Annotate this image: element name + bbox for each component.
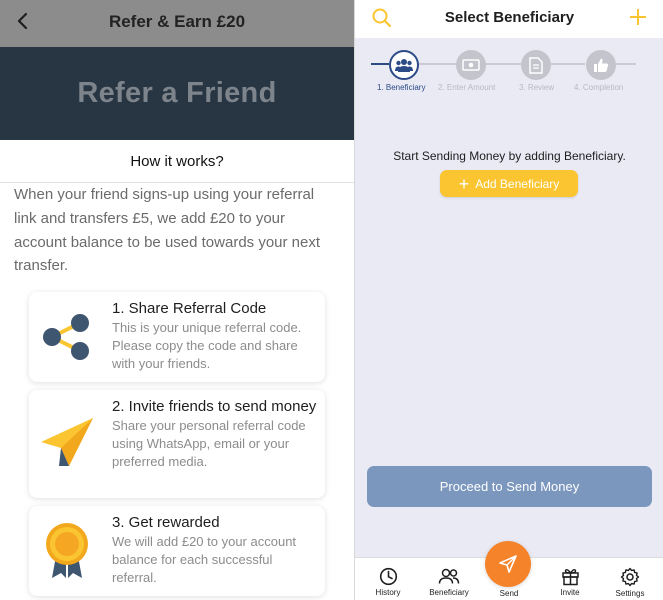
plus-icon: + bbox=[458, 173, 470, 194]
header-title: Select Beneficiary bbox=[444, 9, 575, 26]
thumbs-up-icon bbox=[594, 58, 609, 72]
step-description: Share your personal referral code using … bbox=[112, 418, 306, 469]
tab-beneficiary[interactable]: Beneficiary bbox=[421, 558, 477, 600]
reward-badge-icon bbox=[37, 522, 97, 580]
tab-label: History bbox=[375, 588, 401, 597]
step-review[interactable] bbox=[521, 50, 551, 80]
hero-banner: Refer a Friend bbox=[0, 47, 354, 140]
add-button[interactable] bbox=[627, 6, 649, 28]
tab-label: Settings bbox=[615, 589, 645, 598]
stepper-line bbox=[485, 63, 521, 65]
banknote-icon bbox=[462, 59, 480, 71]
refer-header: Refer & Earn £20 bbox=[0, 0, 354, 47]
step-label: 1. Beneficiary bbox=[377, 83, 426, 92]
tab-label: Send bbox=[499, 589, 519, 598]
step-label: 4. Completion bbox=[574, 83, 624, 92]
step-enter-amount[interactable] bbox=[456, 50, 486, 80]
step-description: We will add £20 to your account balance … bbox=[112, 534, 297, 585]
step-title: 2. Invite friends to send money bbox=[112, 398, 317, 415]
tab-settings[interactable]: Settings bbox=[602, 558, 658, 600]
how-it-works-heading: How it works? bbox=[0, 140, 354, 183]
step-description: This is your unique referral code. Pleas… bbox=[112, 320, 302, 371]
progress-stepper: 1. Beneficiary 2. Enter Amount 3. Review… bbox=[355, 38, 663, 98]
stepper-line bbox=[371, 63, 389, 65]
step-text: 3. Get rewarded We will add £20 to your … bbox=[112, 514, 317, 587]
stepper-line bbox=[419, 63, 457, 65]
tab-invite[interactable]: Invite bbox=[542, 558, 598, 600]
step-completion[interactable] bbox=[586, 50, 616, 80]
hero-title: Refer a Friend bbox=[77, 77, 277, 109]
referral-intro-text: When your friend signs-up using your ref… bbox=[14, 186, 321, 275]
step-card-share: 1. Share Referral Code This is your uniq… bbox=[29, 292, 325, 382]
add-beneficiary-button[interactable]: + Add Beneficiary bbox=[440, 170, 578, 197]
proceed-button[interactable]: Proceed to Send Money bbox=[367, 466, 652, 507]
select-beneficiary-screen: Select Beneficiary 1. Beneficiary 2. Ent… bbox=[354, 0, 663, 600]
step-card-reward: 3. Get rewarded We will add £20 to your … bbox=[29, 506, 325, 596]
users-icon bbox=[395, 59, 413, 72]
step-card-invite: 2. Invite friends to send money Share yo… bbox=[29, 390, 325, 498]
step-label: 3. Review bbox=[519, 83, 555, 92]
stepper-line bbox=[551, 63, 585, 65]
tab-label: Beneficiary bbox=[429, 588, 469, 597]
refer-earn-screen: Refer & Earn £20 Refer a Friend How it w… bbox=[0, 0, 354, 600]
step-title: 3. Get rewarded bbox=[112, 514, 220, 531]
gear-icon bbox=[620, 567, 640, 587]
header-title: Refer & Earn £20 bbox=[108, 12, 246, 31]
step-text: 2. Invite friends to send money Share yo… bbox=[112, 398, 317, 471]
document-icon bbox=[529, 56, 543, 74]
clock-icon bbox=[379, 567, 397, 586]
plus-icon bbox=[630, 9, 646, 25]
send-icon bbox=[499, 555, 517, 573]
gift-icon bbox=[561, 568, 579, 586]
users-icon bbox=[438, 568, 460, 584]
step-beneficiary[interactable] bbox=[389, 50, 419, 80]
add-beneficiary-label: Add Beneficiary bbox=[475, 176, 560, 191]
tab-label: Invite bbox=[560, 588, 580, 597]
stepper-line bbox=[616, 63, 636, 65]
step-title: 1. Share Referral Code bbox=[112, 300, 267, 317]
tab-send[interactable] bbox=[485, 541, 531, 587]
share-icon bbox=[37, 312, 97, 362]
empty-state-message: Start Sending Money by adding Beneficiar… bbox=[393, 149, 626, 163]
beneficiary-header: Select Beneficiary bbox=[355, 0, 663, 38]
step-text: 1. Share Referral Code This is your uniq… bbox=[112, 300, 317, 373]
paper-plane-icon bbox=[37, 416, 97, 470]
tab-history[interactable]: History bbox=[360, 558, 416, 600]
step-label: 2. Enter Amount bbox=[438, 83, 496, 92]
